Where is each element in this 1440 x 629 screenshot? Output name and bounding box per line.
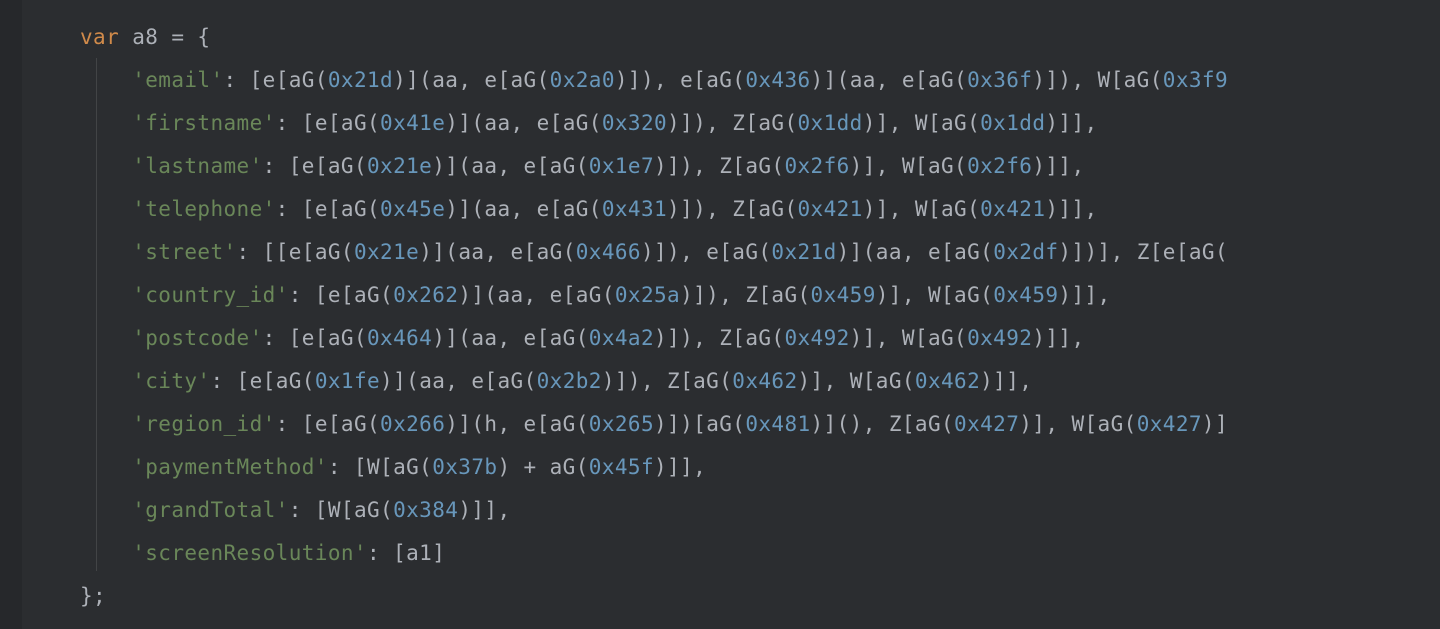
code-editor[interactable]: var a8 = { 'email': [e[aG(0x21d)](aa, e[… (0, 0, 1440, 629)
key-telephone: 'telephone' (132, 197, 275, 221)
key-email: 'email' (132, 68, 223, 92)
keyword-var: var (80, 25, 119, 49)
key-paymentMethod: 'paymentMethod' (132, 455, 328, 479)
var-a8: a8 (132, 25, 158, 49)
key-screenResolution: 'screenResolution' (132, 541, 367, 565)
key-city: 'city' (132, 369, 210, 393)
key-street: 'street' (132, 240, 236, 264)
key-firstname: 'firstname' (132, 111, 275, 135)
code-block[interactable]: var a8 = { 'email': [e[aG(0x21d)](aa, e[… (0, 16, 1440, 618)
key-grandTotal: 'grandTotal' (132, 498, 289, 522)
indent-guide (96, 58, 97, 571)
key-lastname: 'lastname' (132, 154, 262, 178)
key-country_id: 'country_id' (132, 283, 289, 307)
key-postcode: 'postcode' (132, 326, 262, 350)
key-region_id: 'region_id' (132, 412, 275, 436)
gutter (0, 0, 22, 629)
